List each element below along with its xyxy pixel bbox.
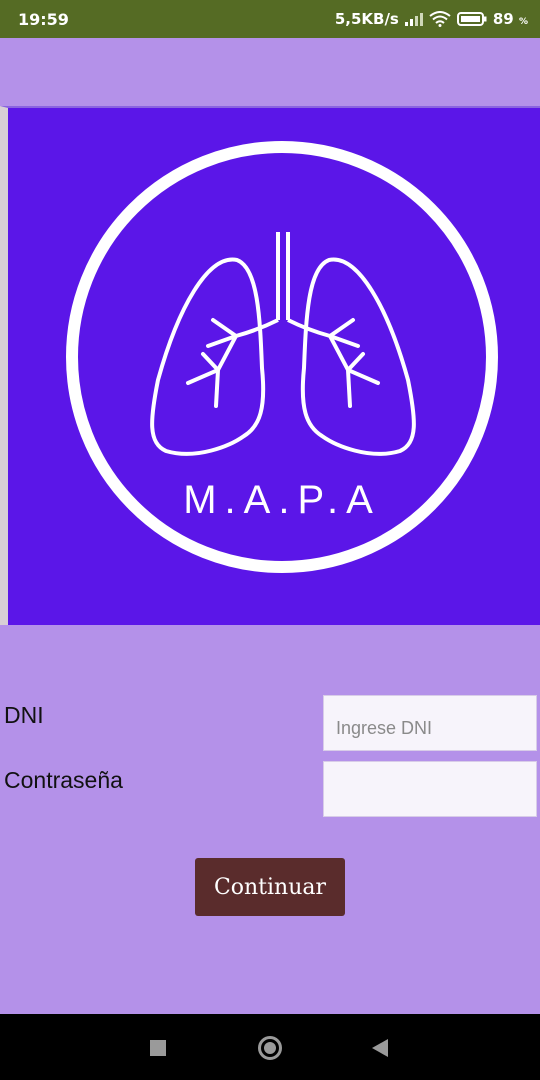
battery-icon: [456, 12, 487, 26]
home-icon[interactable]: [258, 1036, 282, 1060]
dni-input[interactable]: [323, 695, 537, 751]
status-right-group: 5,5KB/s 89 %: [335, 10, 528, 28]
status-time: 19:59: [18, 10, 69, 29]
signal-icon: [404, 13, 423, 26]
dni-label: DNI: [4, 702, 44, 728]
battery-percent: 89 %: [492, 10, 528, 28]
status-bar: 19:59 5,5KB/s 89 %: [0, 0, 540, 38]
wifi-icon: [429, 11, 451, 27]
logo-banner: M.A.P.A: [0, 106, 540, 625]
back-icon[interactable]: [372, 1039, 388, 1057]
password-input[interactable]: [323, 761, 537, 817]
recents-icon[interactable]: [150, 1040, 166, 1056]
continue-button[interactable]: Continuar: [195, 858, 345, 916]
navigation-bar: [0, 1014, 540, 1080]
lungs-logo: M.A.P.A: [66, 141, 498, 573]
network-speed: 5,5KB/s: [334, 10, 399, 28]
logo-brand-text: M.A.P.A: [183, 478, 381, 522]
password-label: Contraseña: [4, 767, 123, 793]
